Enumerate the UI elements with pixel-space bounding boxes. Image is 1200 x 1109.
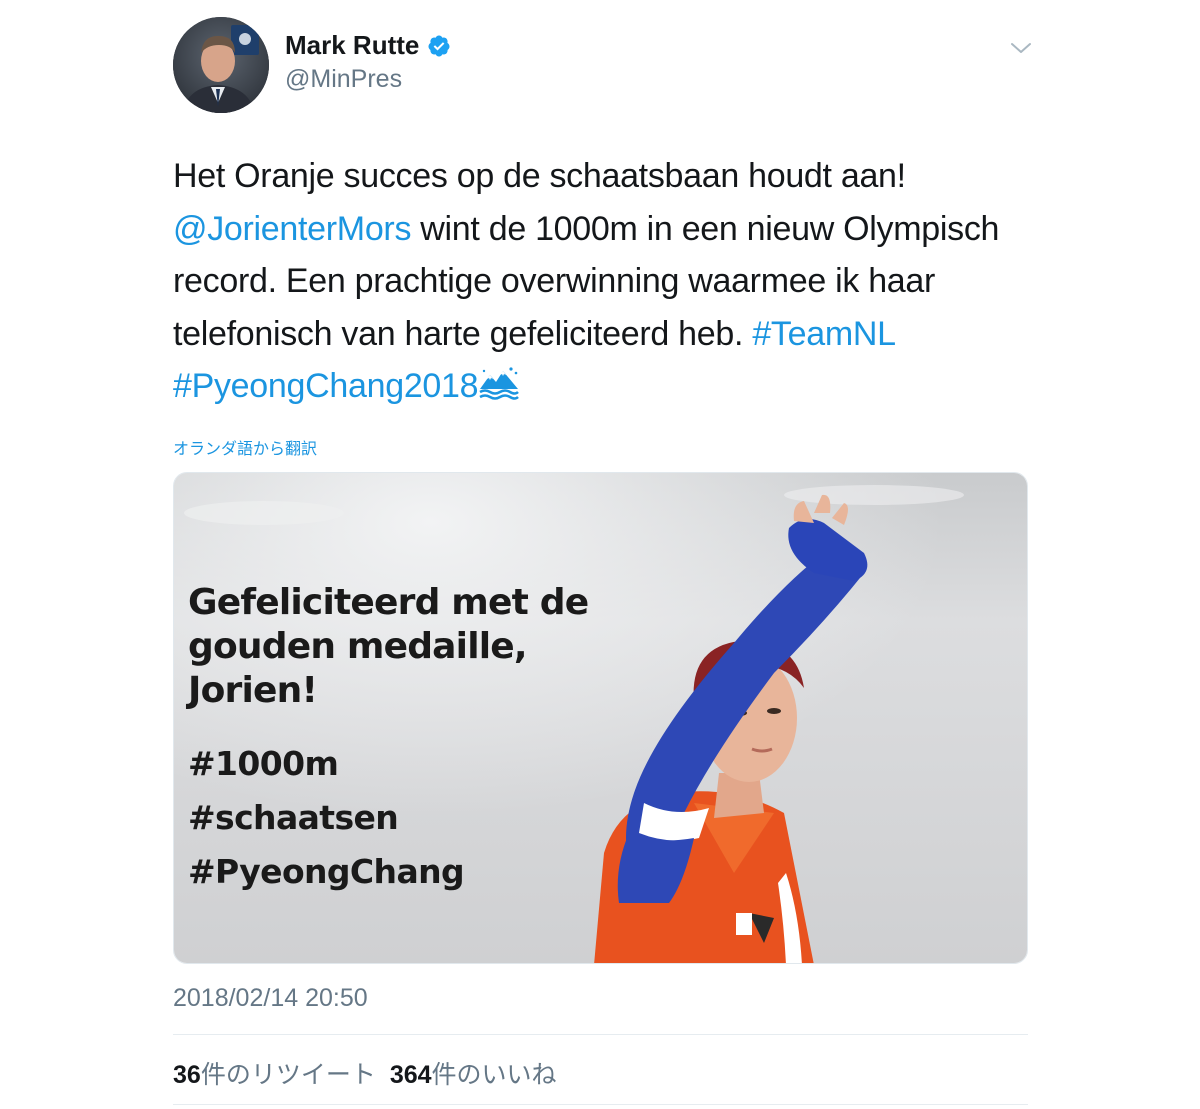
retweets-count: 36 xyxy=(173,1061,201,1089)
retweets-stat[interactable]: 36件のリツイート xyxy=(173,1055,376,1091)
user-name[interactable]: Mark Rutte xyxy=(285,30,419,61)
media-image[interactable]: Gefeliciteerd met de gouden medaille, Jo… xyxy=(173,472,1028,964)
mention-link[interactable]: @JorienterMors xyxy=(173,210,411,248)
retweets-label: 件のリツイート xyxy=(200,1061,376,1089)
tweet-line: telefonisch van harte gefeliciteerd heb.… xyxy=(173,308,1053,361)
tweet-text-segment: record. Een prachtige overwinning waarme… xyxy=(173,262,936,300)
tweet-text-segment: telefonisch van harte gefeliciteerd heb. xyxy=(173,314,753,353)
tweet-text-segment: wint de 1000m in een nieuw Olympisch xyxy=(411,209,1000,248)
media-hashtag: #1000m xyxy=(188,744,339,783)
hashtag-link[interactable]: #PyeongChang2018 xyxy=(173,367,479,405)
profile-photo xyxy=(173,17,269,113)
tweet-line: @JorienterMors wint de 1000m in een nieu… xyxy=(173,203,1053,256)
pyeongchang-mountain-icon xyxy=(479,367,520,400)
user-handle[interactable]: @MinPres xyxy=(285,65,402,94)
chevron-down-icon[interactable] xyxy=(1010,40,1032,56)
hashtag-link[interactable]: #TeamNL xyxy=(752,315,896,353)
likes-count: 364 xyxy=(389,1061,432,1089)
media-headline-line: Jorien! xyxy=(188,670,318,711)
media-headline-line: gouden medaille, xyxy=(188,626,528,667)
divider xyxy=(173,1104,1028,1105)
tweet-text-segment: Het Oranje succes op de schaatsbaan houd… xyxy=(173,157,906,195)
divider xyxy=(173,1034,1028,1035)
media-hashtag: #schaatsen xyxy=(188,798,399,837)
tweet-timestamp[interactable]: 2018/02/14 20:50 xyxy=(173,984,368,1013)
media-headline: Gefeliciteerd met de gouden medaille, Jo… xyxy=(188,581,589,713)
tweet-line: record. Een prachtige overwinning waarme… xyxy=(173,255,1053,308)
tweet-text: Het Oranje succes op de schaatsbaan houd… xyxy=(173,150,1053,413)
likes-label: 件のいいね xyxy=(431,1061,557,1089)
tweet-line: Het Oranje succes op de schaatsbaan houd… xyxy=(173,150,1053,203)
likes-stat[interactable]: 364件のいいね xyxy=(390,1055,557,1091)
verified-badge-icon xyxy=(428,35,450,56)
media-headline-line: Gefeliciteerd met de xyxy=(188,582,589,623)
tweet-line: #PyeongChang2018 xyxy=(173,360,1053,413)
engagement-stats: 36件のリツイート 364件のいいね xyxy=(173,1055,557,1091)
user-name-row[interactable]: Mark Rutte xyxy=(285,30,451,61)
media-hashtag: #PyeongChang xyxy=(188,852,465,891)
media-hashtags: #1000m #schaatsen #PyeongChang xyxy=(188,737,465,899)
avatar[interactable] xyxy=(173,17,269,113)
translate-link[interactable]: オランダ語から翻訳 xyxy=(173,435,317,459)
